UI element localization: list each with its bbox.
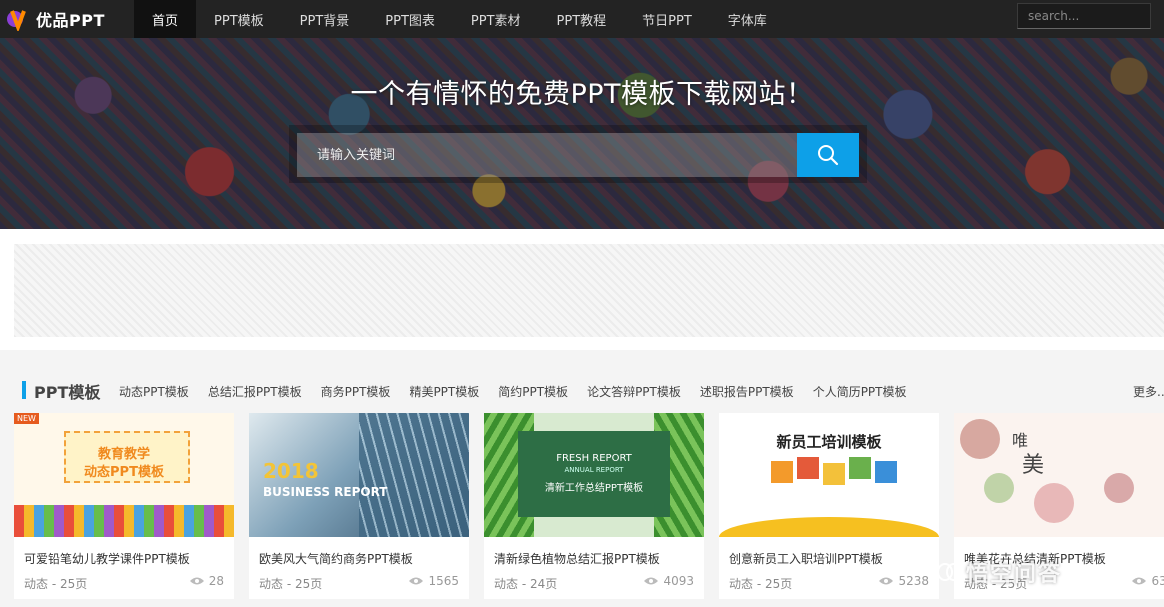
thumb-text: 教育教学 [97, 447, 150, 462]
nav-item-ppt-backgrounds[interactable]: PPT背景 [282, 0, 368, 38]
view-count-value: 6346 [1151, 574, 1164, 588]
tag-thesis-defense[interactable]: 论文答辩PPT模板 [587, 383, 681, 400]
flower-image [984, 473, 1014, 503]
hero-banner: 一个有情怀的免费PPT模板下载网站！ [0, 38, 1164, 229]
card-title[interactable]: 清新绿色植物总结汇报PPT模板 [494, 550, 660, 567]
hero-title: 一个有情怀的免费PPT模板下载网站！ [350, 79, 814, 110]
card-meta: 动态 - 25页 [24, 577, 88, 591]
hero-search-button[interactable] [797, 133, 859, 177]
card-thumbnail[interactable]: 2018 BUSINESS REPORT [249, 413, 469, 537]
template-card[interactable]: 2018 BUSINESS REPORT 欧美风大气简约商务PPT模板 动态 -… [249, 413, 469, 599]
wukong-logo-icon [937, 563, 962, 581]
view-count: 6346 [1131, 574, 1164, 588]
flower-image [1034, 483, 1074, 523]
tag-summary-report[interactable]: 总结汇报PPT模板 [208, 383, 302, 400]
logo-icon [7, 10, 26, 31]
template-card[interactable]: NEW 教育教学 动态PPT模板 可爱铅笔幼儿教学课件PPT模板 动态 - 25… [14, 413, 234, 599]
view-count: 4093 [643, 574, 694, 588]
card-thumbnail[interactable]: 唯 美 [954, 413, 1164, 537]
ad-area [0, 229, 1164, 350]
flower-image [960, 419, 1000, 459]
nav-item-ppt-materials[interactable]: PPT素材 [453, 0, 539, 38]
thumb-text: 新员工培训模板 [776, 433, 882, 451]
flower-image [1104, 473, 1134, 503]
tag-work-report[interactable]: 述职报告PPT模板 [700, 383, 794, 400]
view-count: 5238 [878, 574, 929, 588]
watermark: 悟空问答 [936, 556, 1062, 588]
puzzle-piece [875, 461, 897, 483]
section-accent-bar [22, 381, 26, 399]
card-title[interactable]: 创意新员工入职培训PPT模板 [729, 550, 883, 567]
search-icon [818, 145, 839, 166]
new-badge: NEW [14, 413, 39, 424]
view-count-value: 4093 [663, 574, 694, 588]
watermark-text: 悟空问答 [966, 562, 1063, 587]
logo-text: 优品PPT [36, 11, 105, 30]
main-nav: 首页 PPT模板 PPT背景 PPT图表 PPT素材 PPT教程 节日PPT 字… [134, 0, 785, 38]
thumb-panel [518, 431, 670, 517]
hero-search-input[interactable] [297, 133, 798, 177]
tag-simple[interactable]: 简约PPT模板 [498, 383, 568, 400]
card-title[interactable]: 可爱铅笔幼儿教学课件PPT模板 [24, 550, 190, 567]
thumb-text: ANNUAL REPORT [564, 466, 624, 474]
card-thumbnail[interactable]: 新员工培训模板 [719, 413, 939, 537]
eye-icon [1132, 577, 1147, 585]
eye-icon [644, 577, 659, 585]
thumb-text: 动态PPT模板 [84, 465, 164, 480]
puzzle-piece [849, 457, 871, 479]
tag-resume[interactable]: 个人简历PPT模板 [813, 383, 907, 400]
nav-item-home[interactable]: 首页 [134, 0, 197, 38]
view-count: 28 [189, 574, 224, 588]
card-meta: 动态 - 25页 [259, 577, 323, 591]
thumb-text: 清新工作总结PPT模板 [544, 483, 644, 494]
top-search-input[interactable] [1017, 3, 1151, 29]
view-count-value: 28 [208, 574, 224, 588]
more-link[interactable]: 更多... [1133, 383, 1164, 400]
card-thumbnail[interactable]: FRESH REPORT ANNUAL REPORT 清新工作总结PPT模板 [484, 413, 704, 537]
pencil-row-image [14, 505, 234, 537]
section-header: PPT模板 动态PPT模板 总结汇报PPT模板 商务PPT模板 精美PPT模板 … [0, 370, 1164, 410]
tag-dynamic[interactable]: 动态PPT模板 [119, 383, 189, 400]
nav-item-ppt-templates[interactable]: PPT模板 [196, 0, 282, 38]
thumb-text: FRESH REPORT [556, 453, 632, 464]
puzzle-piece [823, 463, 845, 485]
thumb-text: 美 [1022, 453, 1045, 478]
tag-exquisite[interactable]: 精美PPT模板 [409, 383, 479, 400]
view-count: 1565 [408, 574, 459, 588]
eye-icon [189, 577, 204, 585]
thumb-text: BUSINESS REPORT [263, 485, 388, 499]
card-thumbnail[interactable]: NEW 教育教学 动态PPT模板 [14, 413, 234, 537]
view-count-value: 5238 [898, 574, 929, 588]
ground-shape [719, 517, 939, 537]
ad-placeholder [14, 244, 1164, 337]
nav-item-ppt-tutorials[interactable]: PPT教程 [539, 0, 625, 38]
hero-search-box [289, 125, 867, 183]
view-count-value: 1565 [428, 574, 459, 588]
puzzle-piece [797, 457, 819, 479]
top-navbar: 优品PPT 首页 PPT模板 PPT背景 PPT图表 PPT素材 PPT教程 节… [0, 0, 1164, 38]
puzzle-piece [771, 461, 793, 483]
section-title[interactable]: PPT模板 [34, 379, 100, 403]
nav-item-holiday-ppt[interactable]: 节日PPT [624, 0, 710, 38]
thumb-text: 2018 [263, 459, 319, 483]
nav-item-fonts[interactable]: 字体库 [710, 0, 785, 38]
eye-icon [409, 577, 424, 585]
building-image [359, 413, 469, 537]
site-logo[interactable]: 优品PPT [0, 0, 134, 38]
card-meta: 动态 - 24页 [494, 577, 558, 591]
template-card[interactable]: 新员工培训模板 创意新员工入职培训PPT模板 动态 - 25页 5238 [719, 413, 939, 599]
nav-item-ppt-charts[interactable]: PPT图表 [367, 0, 453, 38]
card-title[interactable]: 欧美风大气简约商务PPT模板 [259, 550, 413, 567]
template-card[interactable]: FRESH REPORT ANNUAL REPORT 清新工作总结PPT模板 清… [484, 413, 704, 599]
section-tag-list: 动态PPT模板 总结汇报PPT模板 商务PPT模板 精美PPT模板 简约PPT模… [119, 383, 907, 400]
card-meta: 动态 - 25页 [729, 577, 793, 591]
tag-business[interactable]: 商务PPT模板 [321, 383, 391, 400]
eye-icon [879, 577, 894, 585]
